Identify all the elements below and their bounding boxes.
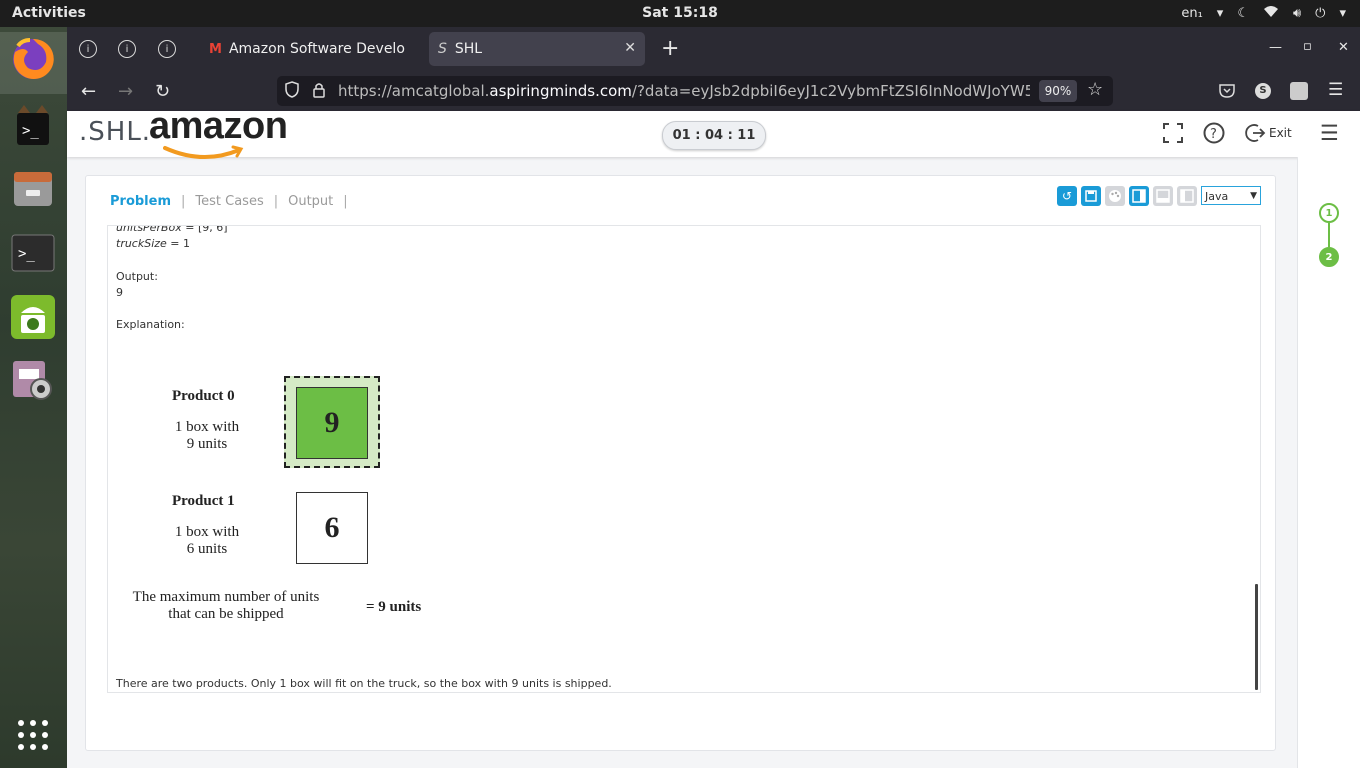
power-icon: ⏻ [1315, 5, 1326, 21]
problem-card: Problem | Test Cases | Output | ↺ Java ▼ [85, 175, 1276, 751]
svg-text:>_: >_ [22, 123, 39, 139]
back-icon[interactable]: ← [81, 81, 96, 102]
product0-title: Product 0 [172, 388, 235, 404]
info-icon[interactable]: i [79, 40, 97, 58]
system-top-bar: Activities Sat 15:18 en₁ ▾ ☾ 🔊︎ ⏻ ▾ [0, 0, 1360, 27]
tab-separator: | [343, 194, 348, 209]
reload-icon[interactable]: ↻ [155, 81, 170, 102]
question-1-indicator[interactable]: 1 [1319, 203, 1339, 223]
amazon-logo: amazon [149, 105, 288, 160]
problem-tabs: Problem | Test Cases | Output | [110, 194, 348, 209]
chevron-down-icon: ▼ [1250, 191, 1257, 201]
product0-desc: 1 box with 9 units [174, 419, 240, 452]
reset-icon[interactable]: ↺ [1057, 186, 1077, 206]
product1-box: 6 [296, 492, 368, 564]
close-window-icon[interactable]: ✕ [1338, 40, 1349, 55]
clock[interactable]: Sat 15:18 [0, 5, 1360, 21]
product0-box: 9 [296, 387, 368, 459]
pocket-icon[interactable] [1219, 83, 1235, 102]
gmail-icon: M [209, 41, 222, 57]
shl-logo: .SHL. [79, 117, 152, 147]
minimize-icon[interactable]: — [1269, 40, 1282, 55]
output-value: 9 [116, 286, 123, 299]
firefox-icon[interactable] [9, 35, 57, 83]
app-header: .SHL. amazon 01 : 04 : 11 ? Exit ☰ [67, 105, 1360, 160]
cheese-webcam-icon[interactable] [9, 357, 57, 405]
chevron-down-icon: ▾ [1339, 5, 1346, 21]
layout-left-icon[interactable] [1177, 186, 1197, 206]
max-units-result: = 9 units [366, 599, 422, 615]
info-icon[interactable]: i [158, 40, 176, 58]
tab-problem[interactable]: Problem [110, 194, 171, 209]
explanation-summary: There are two products. Only 1 box will … [116, 677, 612, 690]
max-units-caption: The maximum number of units that can be … [132, 589, 320, 622]
volume-icon: 🔊︎ [1292, 5, 1302, 21]
chevron-down-icon: ▾ [1216, 5, 1224, 21]
help-icon[interactable]: ? [1203, 122, 1225, 149]
output-label: Output: [116, 270, 158, 283]
browser-tab-gmail[interactable]: M Amazon Software Develo [201, 32, 425, 66]
terminal-cat-icon[interactable]: >_ [9, 101, 57, 149]
shl-icon: S [438, 41, 447, 57]
web-page: .SHL. amazon 01 : 04 : 11 ? Exit ☰ Probl… [67, 105, 1360, 768]
terminal-icon[interactable]: >_ [9, 229, 57, 277]
tab-separator: | [181, 194, 186, 209]
account-avatar[interactable]: S [1255, 83, 1271, 99]
svg-text:>_: >_ [18, 246, 35, 262]
layout-side-icon[interactable] [1129, 186, 1149, 206]
new-tab-icon[interactable]: + [661, 36, 679, 61]
layout-bottom-icon[interactable] [1153, 186, 1173, 206]
tab-separator: | [273, 194, 279, 209]
question-progress-rail: 1 2 [1297, 157, 1360, 768]
save-icon[interactable] [1081, 186, 1101, 206]
zoom-level[interactable]: 90% [1039, 80, 1077, 102]
hamburger-menu-icon[interactable]: ☰ [1328, 80, 1343, 100]
menu-icon[interactable]: ☰ [1320, 121, 1339, 145]
forward-icon[interactable]: → [118, 81, 133, 102]
exit-button[interactable]: Exit [1269, 126, 1292, 140]
files-icon[interactable] [9, 165, 57, 213]
product0-box-selected: 9 [284, 376, 380, 468]
theme-palette-icon[interactable] [1105, 186, 1125, 206]
exit-icon[interactable] [1244, 122, 1266, 149]
browser-tab-shl[interactable]: S SHL ✕ [429, 32, 645, 66]
svg-text:?: ? [1210, 127, 1217, 142]
input-truck-line: truckSize = 1 [116, 237, 191, 250]
progress-connector [1328, 223, 1330, 247]
product1-title: Product 1 [172, 493, 235, 509]
bookmark-star-icon[interactable]: ☆ [1087, 79, 1103, 100]
amazon-smile-icon [163, 145, 244, 160]
language-select[interactable]: Java ▼ [1201, 186, 1261, 205]
dock: >_ >_ [0, 27, 67, 768]
product1-desc: 1 box with 6 units [174, 524, 240, 557]
lock-icon[interactable] [313, 82, 325, 102]
android-studio-icon[interactable] [9, 293, 57, 341]
tab-output[interactable]: Output [288, 194, 333, 209]
explanation-label: Explanation: [116, 318, 185, 331]
url-bar[interactable]: https://amcatglobal.aspiringminds.com/?d… [277, 76, 1113, 106]
question-2-indicator[interactable]: 2 [1319, 247, 1339, 267]
system-tray[interactable]: en₁ ▾ ☾ 🔊︎ ⏻ ▾ [1181, 4, 1346, 22]
input-units-line: unitsPerBox = [9, 6] [116, 225, 228, 234]
tab-test-cases[interactable]: Test Cases [195, 194, 263, 209]
shield-icon[interactable] [285, 81, 299, 102]
tab-title: SHL [454, 41, 483, 57]
scrollbar[interactable] [1255, 584, 1258, 690]
browser-tab-strip: i i i M Amazon Software Develo S SHL ✕ +… [67, 27, 1360, 72]
url-text[interactable]: https://amcatglobal.aspiringminds.com/?d… [338, 82, 1030, 100]
extension-icon[interactable] [1290, 82, 1308, 100]
countdown-timer: 01 : 04 : 11 [662, 121, 766, 150]
wifi-icon [1263, 4, 1279, 22]
night-light-icon: ☾ [1237, 5, 1249, 21]
tab-title: Amazon Software Develo [228, 41, 405, 57]
maximize-icon[interactable]: ▫ [1303, 39, 1312, 54]
problem-statement: unitsPerBox = [9, 6] truckSize = 1 Outpu… [107, 225, 1261, 693]
fullscreen-icon[interactable] [1163, 123, 1183, 148]
keyboard-layout[interactable]: en₁ [1181, 6, 1202, 21]
show-applications-icon[interactable] [9, 711, 57, 759]
close-tab-icon[interactable]: ✕ [624, 40, 636, 56]
info-icon[interactable]: i [118, 40, 136, 58]
